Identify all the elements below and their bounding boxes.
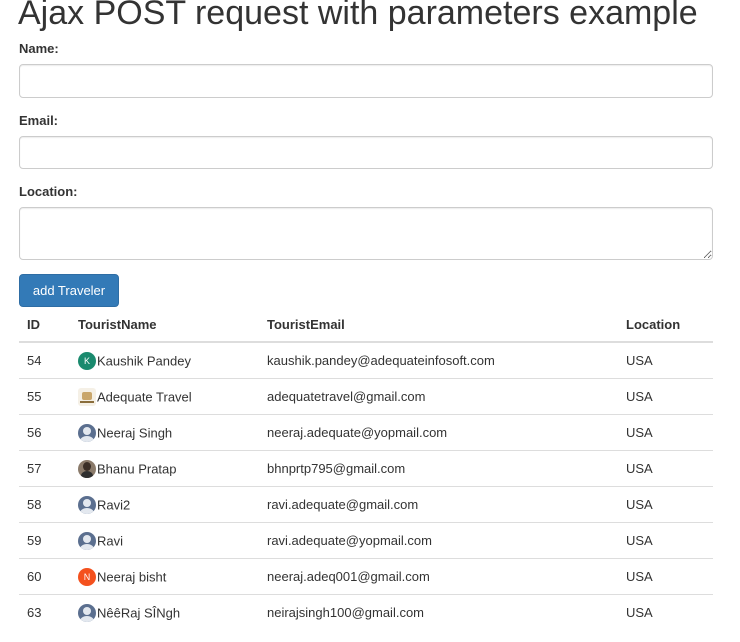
email-label: Email: <box>19 113 59 128</box>
tourist-email-column-header: TouristEmail <box>259 307 618 343</box>
row-id: 60 <box>19 558 70 595</box>
avatar-photo-icon <box>78 459 96 478</box>
table-row: 60 N Neeraj bisht neeraj.adeq001@gmail.com U… <box>19 558 713 595</box>
row-tourist-email: neeraj.adeq001@gmail.com <box>259 558 618 595</box>
row-tourist-name-cell: Ravi <box>70 522 259 559</box>
travelers-table: ID TouristName TouristEmail Location 54 K… <box>19 307 713 630</box>
add-traveler-button[interactable]: add Traveler <box>19 274 119 307</box>
avatar-logo-icon <box>78 387 96 406</box>
row-location: USA <box>618 486 713 523</box>
row-location: USA <box>618 558 713 595</box>
row-tourist-name-cell: N Neeraj bisht <box>70 558 259 595</box>
row-tourist-name: Ravi2 <box>97 497 131 512</box>
row-location: USA <box>618 450 713 487</box>
email-input[interactable] <box>19 136 713 169</box>
name-label: Name: <box>19 41 59 56</box>
table-header: ID TouristName TouristEmail Location <box>19 307 713 343</box>
row-tourist-email: ravi.adequate@gmail.com <box>259 486 618 523</box>
row-location: USA <box>618 378 713 415</box>
row-tourist-email: ravi.adequate@yopmail.com <box>259 522 618 559</box>
tourist-name-column-header: TouristName <box>70 307 259 343</box>
row-tourist-email: adequatetravel@gmail.com <box>259 378 618 415</box>
table-row: 59 Ravi ravi.adequate@yopmail.com USA <box>19 522 713 559</box>
location-label: Location: <box>19 184 78 199</box>
row-id: 56 <box>19 414 70 451</box>
row-id: 54 <box>19 341 70 379</box>
location-textarea[interactable] <box>19 207 713 260</box>
row-location: USA <box>618 594 713 630</box>
row-tourist-name: Bhanu Pratap <box>97 461 177 476</box>
row-id: 58 <box>19 486 70 523</box>
row-tourist-name-cell: Bhanu Pratap <box>70 450 259 487</box>
row-id: 59 <box>19 522 70 559</box>
row-tourist-name-cell: Neeraj Singh <box>70 414 259 451</box>
row-location: USA <box>618 414 713 451</box>
avatar-initial-icon: N <box>78 567 96 586</box>
table-row: 58 Ravi2 ravi.adequate@gmail.com USA <box>19 486 713 523</box>
row-id: 63 <box>19 594 70 630</box>
row-tourist-name-cell: Adequate Travel <box>70 378 259 415</box>
table-row: 55 Adequate Travel adequatetravel@gmail.co… <box>19 378 713 415</box>
row-tourist-email: kaushik.pandey@adequateinfosoft.com <box>259 341 618 379</box>
row-tourist-name: Neeraj bisht <box>97 569 167 584</box>
row-id: 57 <box>19 450 70 487</box>
row-location: USA <box>618 522 713 559</box>
row-tourist-email: bhnprtp795@gmail.com <box>259 450 618 487</box>
row-location: USA <box>618 341 713 379</box>
row-tourist-name-cell: NêêRaj SÎNgh <box>70 594 259 630</box>
row-tourist-name: NêêRaj SÎNgh <box>97 605 181 620</box>
id-column-header: ID <box>19 307 70 343</box>
table-row: 56 Neeraj Singh neeraj.adequate@yopmail.co… <box>19 414 713 451</box>
row-tourist-name: Neeraj Singh <box>97 425 173 440</box>
row-id: 55 <box>19 378 70 415</box>
avatar-initial-icon: K <box>78 351 96 370</box>
table-row: 54 K Kaushik Pandey kaushik.pandey@adequate… <box>19 341 713 379</box>
name-input[interactable] <box>19 64 713 98</box>
avatar-person-icon <box>78 603 96 622</box>
table-row: 63 NêêRaj SÎNgh neirajsingh100@gmail.com US… <box>19 594 713 630</box>
location-column-header: Location <box>618 307 713 343</box>
table-row: 57 Bhanu Pratap bhnprtp795@gmail.com USA <box>19 450 713 487</box>
row-tourist-email: neeraj.adequate@yopmail.com <box>259 414 618 451</box>
row-tourist-name-cell: Ravi2 <box>70 486 259 523</box>
avatar-person-icon <box>78 495 96 514</box>
row-tourist-name: Ravi <box>97 533 124 548</box>
table-body: 54 K Kaushik Pandey kaushik.pandey@adequate… <box>19 341 713 630</box>
row-tourist-name: Adequate Travel <box>97 389 192 404</box>
row-tourist-name-cell: K Kaushik Pandey <box>70 341 259 379</box>
table-header-row: ID TouristName TouristEmail Location <box>19 307 713 343</box>
row-tourist-name: Kaushik Pandey <box>97 353 191 368</box>
avatar-person-icon <box>78 531 96 550</box>
page-title: Ajax POST request with parameters exampl… <box>18 0 698 32</box>
avatar-person-icon <box>78 423 96 442</box>
row-tourist-email: neirajsingh100@gmail.com <box>259 594 618 630</box>
